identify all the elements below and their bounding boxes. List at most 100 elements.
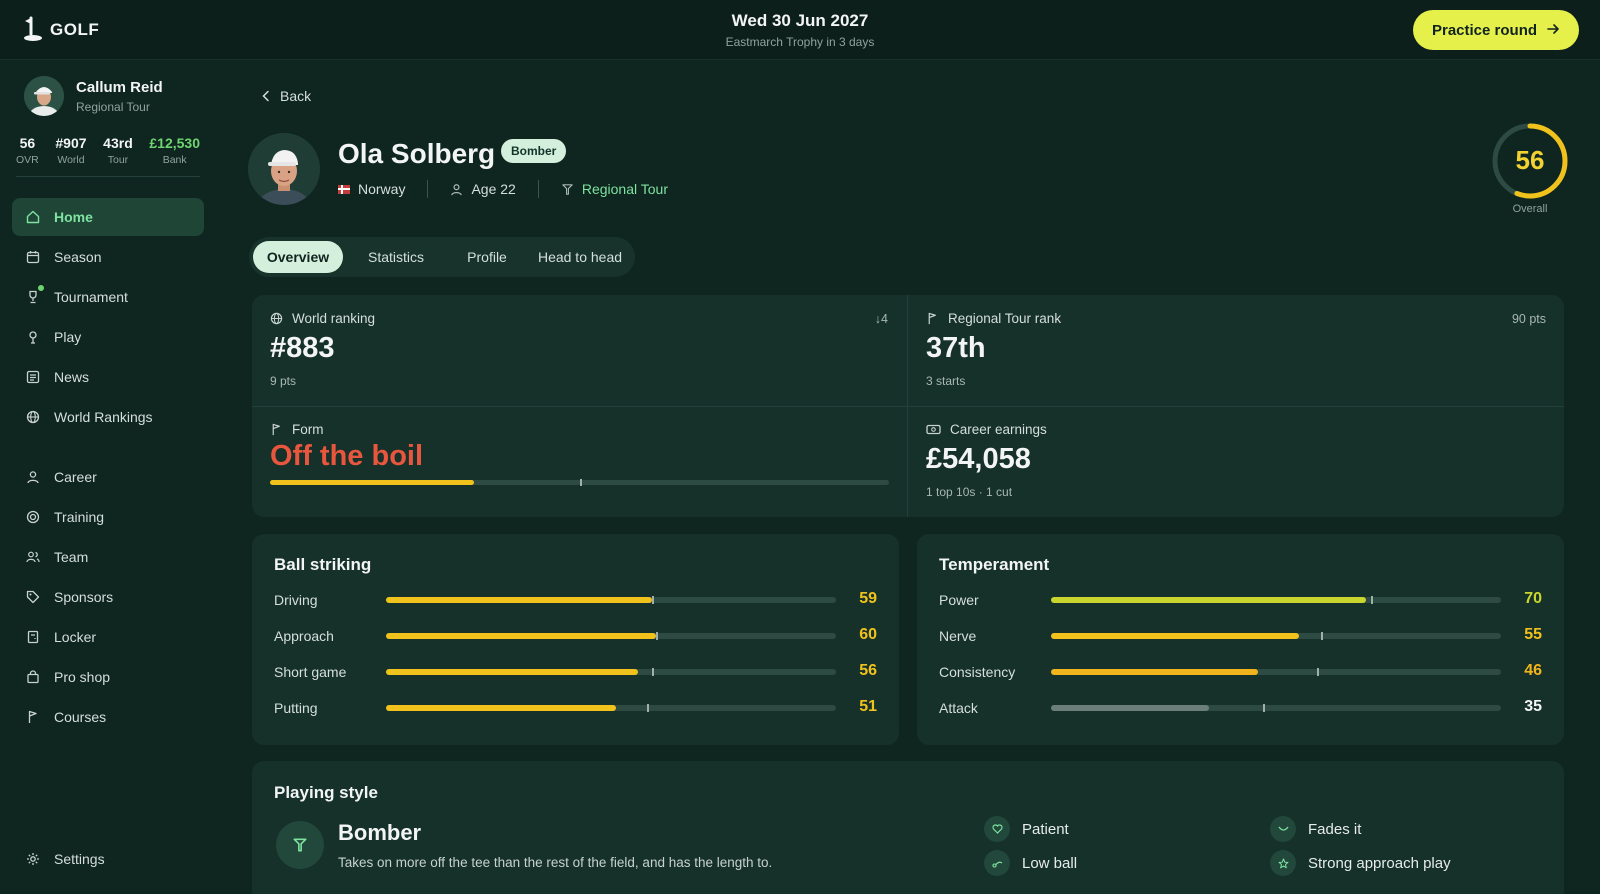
player-tour-link[interactable]: Regional Tour <box>561 181 668 197</box>
sidebar-item-team[interactable]: Team <box>12 538 204 576</box>
attribute-value: 56 <box>859 662 877 679</box>
form-bar <box>270 479 889 486</box>
attribute-row: Nerve 55 <box>939 626 1542 646</box>
form-label: Form <box>292 422 324 437</box>
sidebar-item-label: Settings <box>54 851 105 867</box>
attribute-bar <box>386 668 836 676</box>
stat-value: #907 <box>55 135 87 151</box>
sidebar-item-settings[interactable]: Settings <box>12 840 204 878</box>
form-bar-fill <box>270 480 475 485</box>
divider <box>427 180 429 198</box>
sidebar-item-label: World Rankings <box>54 409 153 425</box>
next-event: Eastmarch Trophy in 3 days <box>725 35 875 49</box>
playing-style-title: Playing style <box>274 783 378 802</box>
tab-head-to-head[interactable]: Head to head <box>529 241 631 273</box>
sidebar-item-play[interactable]: Play <box>12 318 204 356</box>
playing-style-card: Playing style Bomber Takes on more off t… <box>252 761 1564 894</box>
app-logo[interactable]: GOLF <box>22 16 99 44</box>
practice-round-button[interactable]: Practice round <box>1413 10 1579 50</box>
stat-value: 43rd <box>103 135 133 151</box>
attribute-row: Consistency 46 <box>939 662 1542 682</box>
earnings-cell: Career earnings £54,058 1 top 10s · 1 cu… <box>926 422 1047 499</box>
sidebar-item-sponsors[interactable]: Sponsors <box>12 578 204 616</box>
attribute-row: Power 70 <box>939 590 1542 610</box>
tag-icon <box>26 590 40 604</box>
attribute-bar-fill <box>386 669 638 675</box>
tour-rank-starts: 3 starts <box>926 374 966 388</box>
attribute-bar-marker <box>647 704 649 712</box>
attribute-value: 55 <box>1524 626 1542 643</box>
attribute-bar <box>1051 668 1501 676</box>
attribute-value: 46 <box>1524 662 1542 679</box>
sidebar-item-career[interactable]: Career <box>12 458 204 496</box>
sidebar-item-world-rankings[interactable]: World Rankings <box>12 398 204 436</box>
sidebar-item-courses[interactable]: Courses <box>12 698 204 736</box>
back-button[interactable]: Back <box>262 88 311 104</box>
attribute-value: 51 <box>859 698 877 715</box>
attribute-name: Putting <box>274 700 318 716</box>
sidebar-item-news[interactable]: News <box>12 358 204 396</box>
tab-bar: Overview Statistics Profile Head to head <box>249 237 635 277</box>
playing-style-name: Bomber <box>338 820 422 845</box>
attribute-row: Attack 35 <box>939 698 1542 718</box>
sidebar-item-locker[interactable]: Locker <box>12 618 204 656</box>
sidebar-item-label: Home <box>54 209 93 225</box>
earnings-summary: 1 top 10s · 1 cut <box>926 485 1013 499</box>
divider <box>252 406 1564 407</box>
sidebar-item-home[interactable]: Home <box>12 198 204 236</box>
trait-strong-approach-play: Strong approach play <box>1270 850 1451 876</box>
attribute-bar-marker <box>1321 632 1323 640</box>
attribute-bar <box>1051 704 1501 712</box>
attribute-name: Driving <box>274 592 318 608</box>
cash-icon <box>926 424 941 435</box>
news-icon <box>26 370 40 384</box>
stat-label: OVR <box>16 154 39 166</box>
attribute-name: Attack <box>939 700 978 716</box>
arrow-right-icon <box>1547 22 1560 39</box>
sidebar-item-tournament[interactable]: Tournament <box>12 278 204 316</box>
attribute-name: Approach <box>274 628 334 644</box>
sidebar-item-season[interactable]: Season <box>12 238 204 276</box>
form-cell: Form Off the boil <box>270 422 423 473</box>
attribute-bar <box>386 596 836 604</box>
notification-dot <box>38 285 44 291</box>
practice-round-label: Practice round <box>1431 21 1538 39</box>
gear-icon <box>27 853 39 865</box>
tab-overview[interactable]: Overview <box>253 241 343 273</box>
attribute-bar-fill <box>386 705 616 711</box>
heart-icon <box>984 816 1010 842</box>
attribute-bar-marker <box>656 632 658 640</box>
flag-icon <box>928 312 936 325</box>
form-value: Off the boil <box>270 440 424 472</box>
person-icon <box>451 183 463 195</box>
player-meta: Norway Age 22 Regional Tour <box>338 180 668 198</box>
trait-label: Low ball <box>1022 854 1078 872</box>
tab-statistics[interactable]: Statistics <box>347 241 445 273</box>
tour-rank-cell: Regional Tour rank 37th 3 starts <box>926 311 1061 388</box>
temperament-title: Temperament <box>939 555 1050 574</box>
sidebar-item-pro-shop[interactable]: Pro shop <box>12 658 204 696</box>
attribute-value: 70 <box>1524 590 1542 607</box>
attribute-name: Nerve <box>939 628 977 644</box>
attribute-name: Consistency <box>939 664 1016 680</box>
tour-rank-label: Regional Tour rank <box>948 311 1062 326</box>
trait-patient: Patient <box>984 816 1069 842</box>
back-label: Back <box>280 88 312 104</box>
attribute-value: 59 <box>859 590 877 607</box>
overall-rating: 56 Overall <box>1490 121 1570 215</box>
stat-bank: £12,530 Bank <box>149 135 200 166</box>
sidebar-item-training[interactable]: Training <box>12 498 204 536</box>
stat-label: Tour <box>107 154 129 166</box>
stat-value: £12,530 <box>149 135 200 151</box>
attribute-name: Power <box>939 592 979 608</box>
sidebar-item-label: Courses <box>54 709 107 725</box>
sidebar-item-label: Play <box>54 329 82 345</box>
current-date: Wed 30 Jun 2027 <box>731 11 869 30</box>
stat-world: #907 World <box>55 135 86 166</box>
sidebar-item-label: Team <box>54 549 89 565</box>
norway-flag-icon <box>338 184 350 194</box>
trophy-icon <box>29 290 37 304</box>
user-profile[interactable]: Callum Reid Regional Tour <box>24 76 163 116</box>
tab-profile[interactable]: Profile <box>449 241 525 273</box>
attribute-bar <box>386 704 836 712</box>
